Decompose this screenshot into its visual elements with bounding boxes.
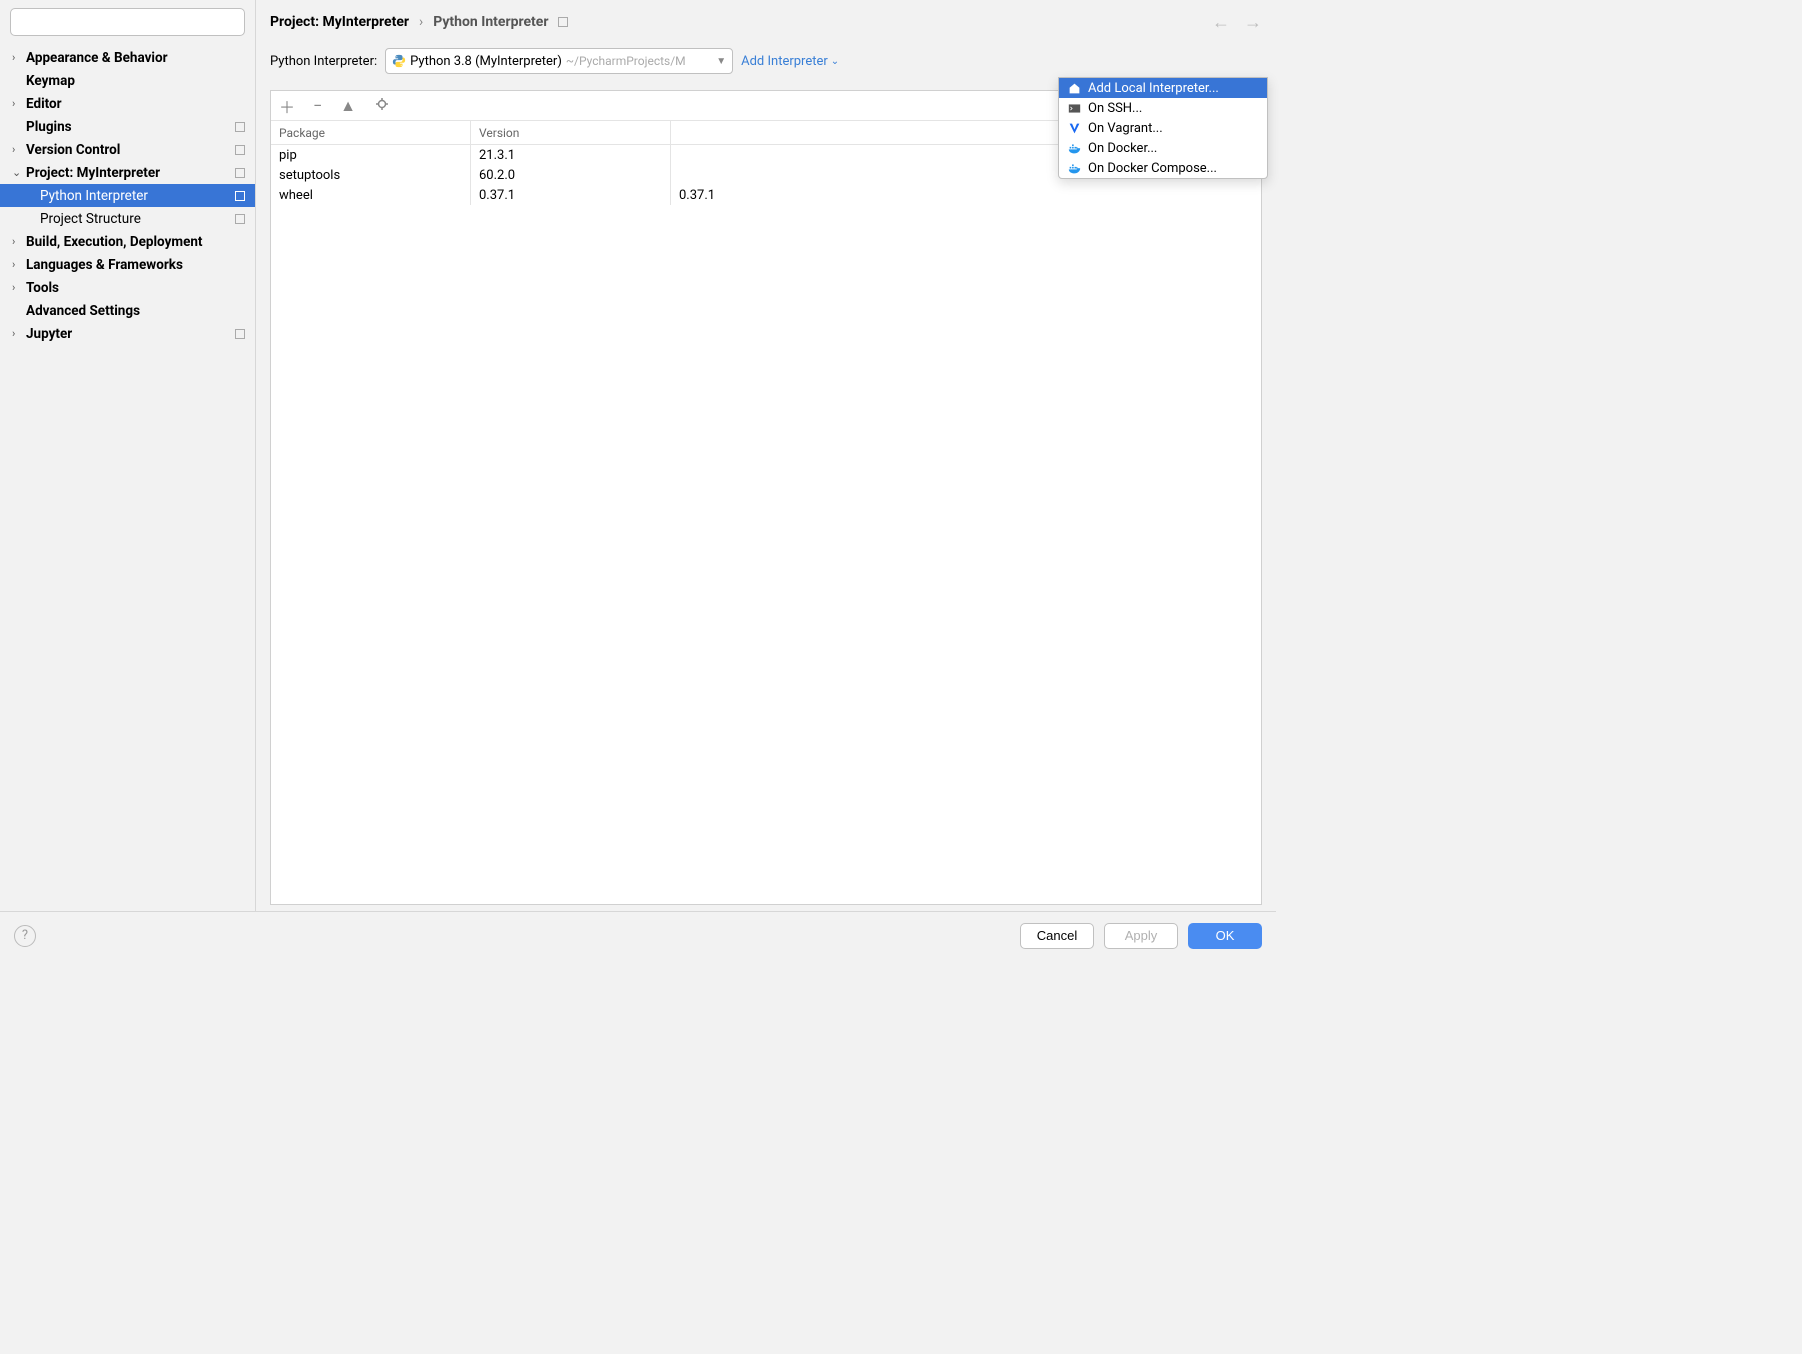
docker-icon [1067, 142, 1081, 155]
menu-item-on-ssh[interactable]: On SSH... [1059, 98, 1267, 118]
ok-button[interactable]: OK [1188, 923, 1262, 949]
sidebar-item-languages-frameworks[interactable]: ›Languages & Frameworks [0, 253, 255, 276]
upgrade-package-button[interactable]: ▲ [340, 96, 356, 116]
cancel-button[interactable]: Cancel [1020, 923, 1094, 949]
vagrant-icon [1067, 122, 1081, 135]
modified-indicator-icon [235, 168, 245, 178]
menu-item-label: On Docker Compose... [1088, 161, 1217, 176]
modified-indicator-icon [235, 214, 245, 224]
sidebar-item-appearance-behavior[interactable]: ›Appearance & Behavior [0, 46, 255, 69]
sidebar-item-project-structure[interactable]: Project Structure [0, 207, 255, 230]
sidebar-item-keymap[interactable]: Keymap [0, 69, 255, 92]
chevron-right-icon: › [12, 327, 26, 340]
docker-icon [1067, 162, 1081, 175]
sidebar-item-label: Python Interpreter [40, 188, 148, 204]
packages-panel: ＋ − ▲ Package Version pip21.3.1setuptool… [270, 90, 1262, 905]
package-row[interactable]: wheel0.37.10.37.1 [271, 185, 1261, 205]
help-button[interactable]: ? [14, 925, 36, 947]
package-name: setuptools [271, 165, 471, 185]
sidebar-item-jupyter[interactable]: ›Jupyter [0, 322, 255, 345]
sidebar-item-label: Keymap [26, 73, 75, 89]
column-header-package[interactable]: Package [271, 121, 471, 144]
modified-indicator-icon [235, 122, 245, 132]
package-version: 0.37.1 [471, 185, 671, 205]
sidebar-item-label: Jupyter [26, 326, 72, 342]
modified-indicator-icon [235, 329, 245, 339]
menu-item-label: Add Local Interpreter... [1088, 81, 1219, 96]
nav-back-button[interactable]: ← [1212, 12, 1230, 33]
ssh-icon [1067, 102, 1081, 115]
menu-item-label: On SSH... [1088, 101, 1142, 116]
menu-item-on-docker[interactable]: On Docker... [1059, 138, 1267, 158]
chevron-down-icon: ⌄ [12, 166, 26, 179]
package-version: 21.3.1 [471, 145, 671, 165]
remove-package-button[interactable]: − [313, 96, 322, 115]
add-interpreter-button[interactable]: Add Interpreter ⌄ [741, 54, 839, 69]
breadcrumb: Project: MyInterpreter › Python Interpre… [256, 0, 1276, 44]
chevron-right-icon: › [12, 97, 26, 110]
chevron-right-icon: › [12, 281, 26, 294]
modified-indicator-icon [235, 145, 245, 155]
sidebar-item-plugins[interactable]: Plugins [0, 115, 255, 138]
settings-search-input[interactable] [10, 8, 245, 36]
menu-item-on-docker-compose[interactable]: On Docker Compose... [1059, 158, 1267, 178]
sidebar-item-label: Version Control [26, 142, 120, 158]
chevron-down-icon: ⌄ [831, 56, 839, 67]
menu-item-label: On Docker... [1088, 141, 1157, 156]
settings-content: Project: MyInterpreter › Python Interpre… [256, 0, 1276, 911]
interpreter-selected-name: Python 3.8 (MyInterpreter) [410, 54, 562, 69]
sidebar-item-editor[interactable]: ›Editor [0, 92, 255, 115]
sidebar-item-label: Tools [26, 280, 59, 296]
sidebar-item-label: Advanced Settings [26, 303, 140, 319]
sidebar-item-version-control[interactable]: ›Version Control [0, 138, 255, 161]
menu-item-add-local-interpreter[interactable]: Add Local Interpreter... [1059, 78, 1267, 98]
sidebar-item-tools[interactable]: ›Tools [0, 276, 255, 299]
breadcrumb-page: Python Interpreter [433, 14, 548, 30]
interpreter-label: Python Interpreter: [270, 54, 377, 69]
breadcrumb-project: Project: MyInterpreter [270, 14, 409, 30]
add-interpreter-menu: Add Local Interpreter... On SSH... On Vagr… [1058, 77, 1268, 179]
menu-item-on-vagrant[interactable]: On Vagrant... [1059, 118, 1267, 138]
apply-button[interactable]: Apply [1104, 923, 1178, 949]
package-name: pip [271, 145, 471, 165]
menu-item-label: On Vagrant... [1088, 121, 1163, 136]
chevron-right-icon: › [12, 51, 26, 64]
home-icon [1067, 82, 1081, 95]
chevron-right-icon: › [419, 14, 423, 30]
column-header-version[interactable]: Version [471, 121, 671, 144]
interpreter-path: ~/PycharmProjects/M [566, 54, 712, 68]
sidebar-item-label: Project: MyInterpreter [26, 165, 160, 181]
package-name: wheel [271, 185, 471, 205]
reset-icon[interactable] [558, 17, 568, 27]
chevron-right-icon: › [12, 235, 26, 248]
sidebar-item-label: Plugins [26, 119, 72, 135]
sidebar-item-label: Languages & Frameworks [26, 257, 183, 273]
chevron-right-icon: › [12, 258, 26, 271]
chevron-down-icon: ▼ [716, 56, 726, 67]
sidebar-item-build-execution-deployment[interactable]: ›Build, Execution, Deployment [0, 230, 255, 253]
modified-indicator-icon [235, 191, 245, 201]
sidebar-item-label: Appearance & Behavior [26, 50, 168, 66]
add-package-button[interactable]: ＋ [279, 94, 295, 118]
sidebar-item-project-myinterpreter[interactable]: ⌄Project: MyInterpreter [0, 161, 255, 184]
sidebar-item-label: Editor [26, 96, 62, 112]
nav-forward-button[interactable]: → [1244, 12, 1262, 33]
python-icon [392, 54, 406, 68]
sidebar-item-advanced-settings[interactable]: Advanced Settings [0, 299, 255, 322]
sidebar-item-label: Project Structure [40, 211, 141, 227]
chevron-right-icon: › [12, 143, 26, 156]
interpreter-select[interactable]: Python 3.8 (MyInterpreter) ~/PycharmProj… [385, 48, 733, 74]
show-early-releases-button[interactable] [374, 96, 390, 116]
package-version: 60.2.0 [471, 165, 671, 185]
package-latest: 0.37.1 [671, 185, 1261, 205]
sidebar-item-python-interpreter[interactable]: Python Interpreter [0, 184, 255, 207]
sidebar-item-label: Build, Execution, Deployment [26, 234, 203, 250]
settings-sidebar: ›Appearance & BehaviorKeymap›EditorPlugi… [0, 0, 256, 911]
